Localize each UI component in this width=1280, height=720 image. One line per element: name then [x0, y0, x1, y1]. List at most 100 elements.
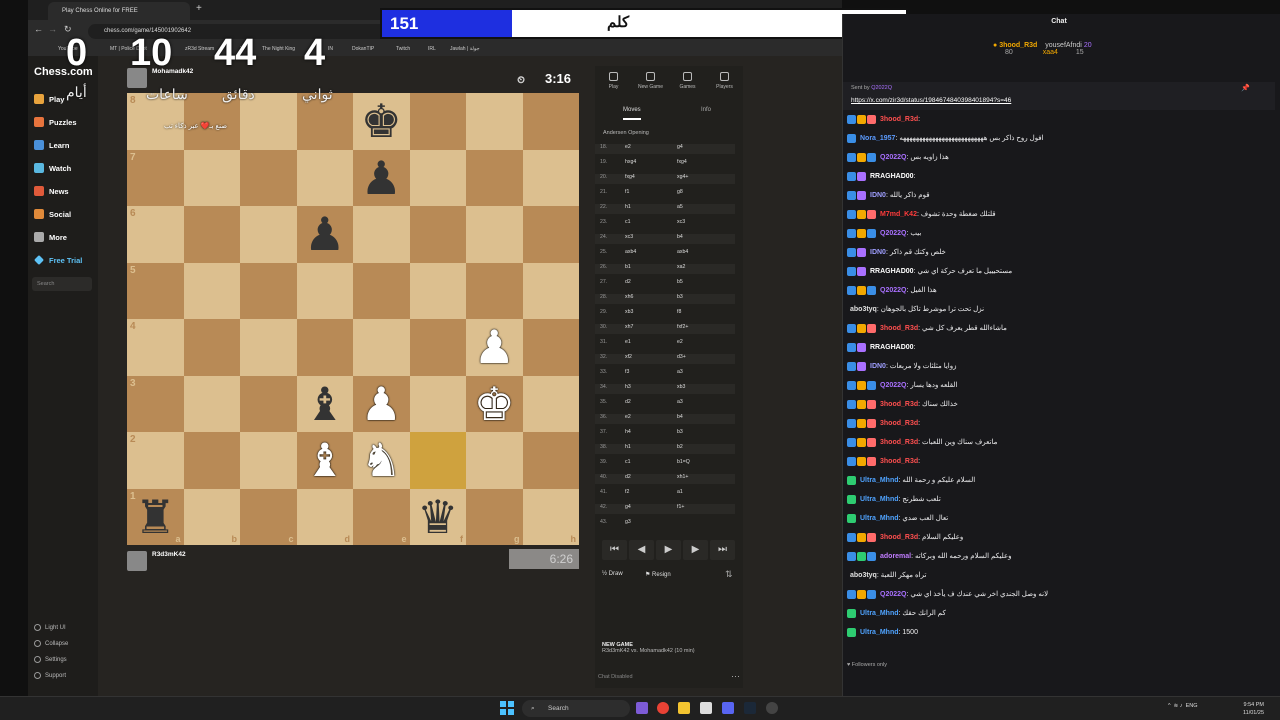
more-options-icon[interactable]: ⋯ — [731, 671, 740, 682]
chat-badge-icon[interactable] — [847, 209, 856, 219]
black-move[interactable]: b1=Q — [677, 459, 690, 465]
board-square[interactable] — [409, 206, 466, 263]
subtab-moves[interactable]: Moves — [623, 107, 641, 120]
chat-badge-icon[interactable] — [847, 456, 856, 466]
chat-username[interactable]: Ultra_Mhnd — [860, 515, 899, 522]
board-square[interactable] — [522, 375, 579, 432]
board-square[interactable] — [296, 149, 353, 206]
white-knight-icon[interactable]: ♞ — [353, 432, 410, 489]
black-move[interactable]: axb4 — [677, 249, 688, 255]
chat-badge-icon[interactable] — [867, 399, 876, 409]
chat-badge-icon[interactable] — [847, 627, 856, 637]
chat-badge-icon[interactable] — [847, 475, 856, 485]
black-move[interactable]: xb3 — [677, 384, 685, 390]
black-pawn-icon[interactable]: ♟ — [297, 206, 354, 263]
black-move[interactable]: fxg4 — [677, 159, 687, 165]
board-square[interactable] — [183, 262, 240, 319]
board-square[interactable]: c — [240, 488, 297, 545]
move-row[interactable]: 33. f3 a3 — [595, 369, 735, 379]
move-row[interactable]: 40. d2 xh1+ — [595, 474, 735, 484]
chat-badge-icon[interactable] — [867, 285, 876, 295]
top-user[interactable]: yousefAfndi — [1045, 42, 1082, 49]
black-move[interactable]: fxf2+ — [677, 324, 688, 330]
chrome-icon[interactable] — [657, 702, 669, 714]
white-move[interactable]: h3 — [625, 384, 631, 390]
chat-badge-icon[interactable] — [867, 323, 876, 333]
black-move[interactable]: xa2 — [677, 264, 685, 270]
chat-badge-icon[interactable] — [867, 114, 876, 124]
chat-badge-icon[interactable] — [847, 114, 856, 124]
sidebar-item-watch[interactable]: Watch — [34, 163, 71, 173]
white-move[interactable]: d2 — [625, 399, 631, 405]
chess-board[interactable]: 8 ♚ 7 ♟ 6 ♟ 5 4 ♟ 3 ♝ ♟ ♚ 2 ♝ ♞ 1 a ♜ b c d e f ♛ g h — [127, 93, 579, 545]
move-row[interactable]: 43. g3 — [595, 519, 735, 529]
chat-username[interactable]: 3hood_R3d — [880, 116, 918, 123]
board-square[interactable] — [522, 319, 579, 376]
black-move[interactable]: g8 — [677, 189, 683, 195]
chat-username[interactable]: Ultra_Mhnd — [860, 496, 899, 503]
move-row[interactable]: 22. h1 a5 — [595, 204, 735, 214]
black-move[interactable]: xc3 — [677, 219, 685, 225]
sidebar-item-more[interactable]: More — [34, 232, 67, 242]
move-row[interactable]: 42. g4 f1+ — [595, 504, 735, 514]
chat-username[interactable]: 3hood_R3d — [880, 439, 918, 446]
chat-username[interactable]: 3hood_R3d — [880, 401, 918, 408]
new-tab-button[interactable]: + — [196, 3, 202, 14]
sidebar-item-news[interactable]: News — [34, 186, 69, 196]
sidebar-item-learn[interactable]: Learn — [34, 140, 69, 150]
board-square[interactable] — [240, 149, 297, 206]
avatar[interactable] — [127, 551, 147, 571]
chat-badge-icon[interactable] — [847, 152, 856, 162]
tab-play[interactable]: Play — [595, 72, 632, 90]
chat-badge-icon[interactable] — [857, 551, 866, 561]
move-row[interactable]: 39. c1 b1=Q — [595, 459, 735, 469]
black-move[interactable]: a1 — [677, 489, 683, 495]
chat-badge-icon[interactable] — [847, 361, 856, 371]
board-square[interactable]: h — [522, 488, 579, 545]
white-move[interactable]: e2 — [625, 414, 631, 420]
bottom-player-name[interactable]: R3d3mK42 — [152, 551, 186, 558]
chat-badge-icon[interactable] — [847, 323, 856, 333]
back-icon[interactable]: ← — [34, 24, 43, 34]
board-square[interactable]: ♚ — [353, 93, 410, 150]
board-square[interactable] — [296, 319, 353, 376]
chat-username[interactable]: Q2022Q — [880, 154, 906, 161]
chat-username[interactable]: Ultra_Mhnd — [860, 477, 899, 484]
chat-badge-icon[interactable] — [857, 247, 866, 257]
black-move[interactable]: b3 — [677, 294, 683, 300]
white-move[interactable]: d2 — [625, 279, 631, 285]
top-user[interactable]: 3hood_R3d — [999, 42, 1037, 49]
chat-badge-icon[interactable] — [867, 228, 876, 238]
sidebar-item-puzzles[interactable]: Puzzles — [34, 117, 77, 127]
board-square[interactable]: 6 — [127, 206, 184, 263]
chat-badge-icon[interactable] — [847, 399, 856, 409]
black-move[interactable]: d3+ — [677, 354, 686, 360]
chat-badge-icon[interactable] — [847, 551, 856, 561]
white-move[interactable]: g3 — [625, 519, 631, 525]
sidebar-search-input[interactable]: Search — [32, 277, 92, 291]
board-square[interactable] — [240, 206, 297, 263]
white-move[interactable]: h1 — [625, 444, 631, 450]
tab-games[interactable]: Games — [669, 72, 706, 90]
board-square[interactable] — [183, 206, 240, 263]
board-square[interactable] — [409, 93, 466, 150]
chat-badge-icon[interactable] — [847, 494, 856, 504]
move-row[interactable]: 37. h4 b3 — [595, 429, 735, 439]
board-square[interactable] — [522, 93, 579, 150]
board-square[interactable] — [183, 149, 240, 206]
move-row[interactable]: 38. h1 b2 — [595, 444, 735, 454]
white-move[interactable]: xh6 — [625, 294, 633, 300]
move-row[interactable]: 23. c1 xc3 — [595, 219, 735, 229]
black-move[interactable]: b3 — [677, 429, 683, 435]
steam-icon[interactable] — [744, 702, 756, 714]
move-row[interactable]: 27. d2 b5 — [595, 279, 735, 289]
black-move[interactable]: b2 — [677, 444, 683, 450]
copilot-icon[interactable] — [636, 702, 648, 714]
chat-badge-icon[interactable] — [857, 532, 866, 542]
black-bishop-icon[interactable]: ♝ — [297, 376, 354, 433]
tab-new-game[interactable]: New Game — [632, 72, 669, 90]
bookmark[interactable]: The Night King — [262, 46, 295, 52]
chat-username[interactable]: Ultra_Mhnd — [860, 629, 899, 636]
taskbar-clock[interactable]: 9:54 PM 11/01/25 — [1243, 701, 1264, 717]
chat-username[interactable]: abo3tyq — [850, 572, 877, 579]
